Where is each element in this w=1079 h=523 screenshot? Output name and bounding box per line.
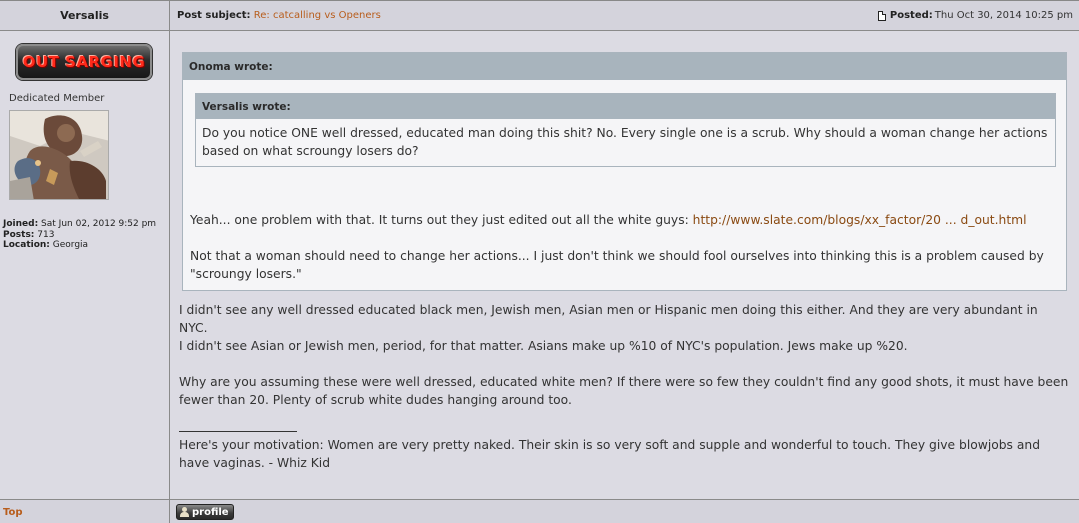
quote-outer-body: Yeah... one problem with that. It turns … [190, 211, 1060, 283]
post-icon[interactable] [877, 10, 886, 21]
profile-info: Joined: Sat Jun 02, 2012 9:52 pm Posts: … [3, 219, 156, 251]
quote-outer-para2: Not that a woman should need to change h… [190, 249, 1044, 281]
rank-badge: OUT SARGING [16, 44, 152, 80]
signature: Here's your motivation: Women are very p… [179, 438, 1041, 470]
reply-line1: I didn't see any well dressed educated b… [179, 303, 1038, 335]
profile-button-label: profile [192, 506, 229, 518]
signature-divider [179, 431, 297, 432]
post-body: I didn't see any well dressed educated b… [179, 301, 1069, 472]
post-header: Post subject: Re: catcalling vs Openers … [170, 1, 1079, 31]
profile-button[interactable]: profile [176, 504, 234, 520]
slate-link[interactable]: http://www.slate.com/blogs/xx_factor/20 … [693, 213, 1027, 227]
posted-label: Posted: [889, 10, 933, 21]
quote-outer: Onoma wrote: Versalis wrote: Do you noti… [182, 52, 1067, 291]
posted-info: Posted: Thu Oct 30, 2014 10:25 pm [877, 10, 1073, 21]
avatar [9, 110, 109, 200]
posted-value: Thu Oct 30, 2014 10:25 pm [934, 10, 1073, 21]
reply-line3: Why are you assuming these were well dre… [179, 375, 1069, 407]
location-label: Location: [3, 240, 50, 250]
post-column: Post subject: Re: catcalling vs Openers … [170, 1, 1079, 523]
top-link[interactable]: Top [3, 507, 23, 518]
quote-inner: Versalis wrote: Do you notice ONE well d… [195, 93, 1056, 167]
posts-value: 713 [37, 229, 55, 240]
joined-value: Sat Jun 02, 2012 9:52 pm [41, 219, 157, 229]
avatar-icon [10, 111, 108, 199]
left-footer: Top [0, 499, 169, 523]
quote-inner-text: Do you notice ONE well dressed, educated… [202, 126, 1048, 158]
quote-outer-header: Onoma wrote: [183, 53, 1066, 80]
post-subject-link[interactable]: Re: catcalling vs Openers [254, 10, 381, 21]
joined-label: Joined: [3, 219, 39, 229]
right-footer: profile [170, 499, 1079, 523]
post-subject: Post subject: Re: catcalling vs Openers [177, 10, 381, 21]
rank-title: Dedicated Member [9, 93, 105, 104]
author-name[interactable]: Versalis [0, 1, 169, 31]
forum-post: Versalis OUT SARGING Dedicated Member Jo… [0, 0, 1079, 523]
post-subject-label: Post subject: [177, 10, 251, 21]
quote-outer-para1: Yeah... one problem with that. It turns … [190, 213, 689, 227]
user-icon [180, 507, 189, 517]
quote-inner-header: Versalis wrote: [196, 94, 1055, 119]
reply-line2: I didn't see Asian or Jewish men, period… [179, 339, 908, 353]
location-value: Georgia [52, 240, 89, 250]
posts-label: Posts: [3, 229, 35, 240]
author-column: Versalis OUT SARGING Dedicated Member Jo… [0, 1, 170, 523]
